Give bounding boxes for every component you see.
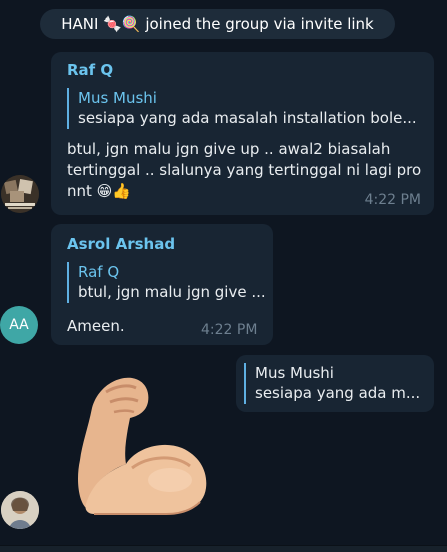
message-bubble-raf-q[interactable]: Raf Q Mus Mushi sesiapa yang ada masalah… bbox=[51, 52, 434, 215]
reply-quote-name: Mus Mushi bbox=[255, 364, 334, 382]
flexed-biceps-icon bbox=[78, 377, 207, 515]
sticker-reply-header[interactable]: Mus Mushi sesiapa yang ada m... bbox=[236, 355, 434, 412]
avatar-sticker-sender[interactable] bbox=[1, 491, 39, 529]
message-time: 4:22 PM bbox=[364, 192, 421, 208]
sender-name[interactable]: Raf Q bbox=[67, 61, 113, 79]
avatar-raf-q[interactable] bbox=[1, 175, 39, 213]
avatar-initials: AA bbox=[9, 317, 29, 333]
avatar-image bbox=[1, 175, 39, 213]
avatar-image bbox=[1, 491, 39, 529]
reply-quote-text: sesiapa yang ada m... bbox=[255, 384, 421, 402]
reply-quote-name: Raf Q bbox=[78, 263, 120, 281]
join-service-message: HANI 🍬🍭 joined the group via invite link bbox=[40, 9, 395, 39]
reply-quote-text: btul, jgn malu jgn give ... bbox=[78, 283, 266, 301]
message-bubble-asrol-arshad[interactable]: Asrol Arshad Raf Q btul, jgn malu jgn gi… bbox=[51, 224, 273, 345]
sender-name[interactable]: Asrol Arshad bbox=[67, 235, 175, 253]
reply-quote[interactable]: Raf Q btul, jgn malu jgn give ... bbox=[67, 262, 266, 303]
message-text: Ameen. bbox=[67, 317, 125, 335]
flexed-biceps-sticker[interactable] bbox=[70, 368, 215, 518]
reply-quote-name: Mus Mushi bbox=[78, 89, 157, 107]
reply-quote[interactable]: Mus Mushi sesiapa yang ada masalah insta… bbox=[67, 88, 417, 129]
reply-quote-text: sesiapa yang ada masalah installation bo… bbox=[78, 109, 417, 127]
reply-quote[interactable]: Mus Mushi sesiapa yang ada m... bbox=[244, 363, 420, 404]
message-time: 4:22 PM bbox=[201, 322, 258, 338]
avatar-asrol-arshad[interactable]: AA bbox=[0, 306, 38, 344]
service-text: HANI 🍬🍭 joined the group via invite link bbox=[61, 15, 374, 33]
